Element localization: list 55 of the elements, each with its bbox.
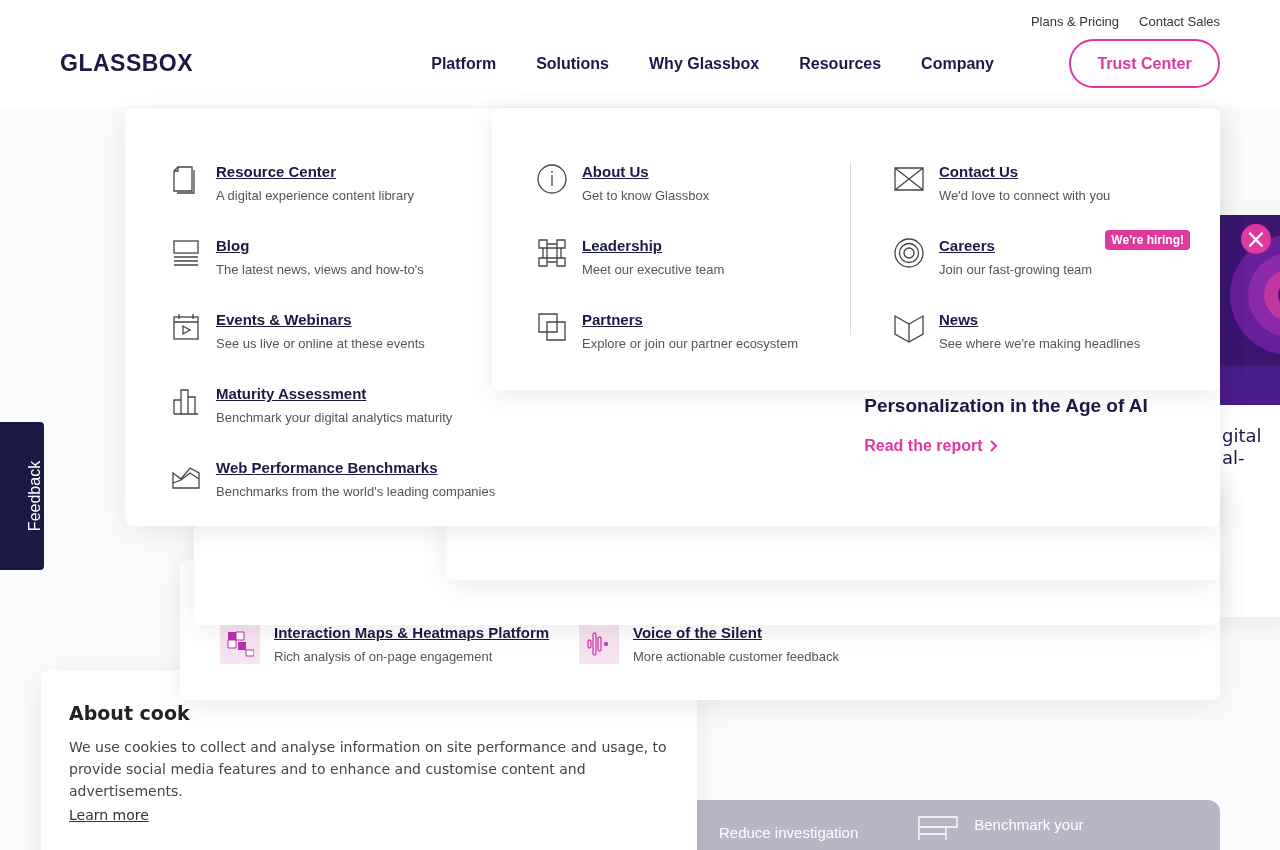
feedback-tab[interactable]: Feedback xyxy=(0,422,44,570)
hiring-badge: We're hiring! xyxy=(1105,230,1190,250)
nav-item[interactable]: Platform xyxy=(431,54,497,73)
table-icon xyxy=(918,816,959,840)
menu-item-description: See where we're making headlines xyxy=(939,336,1141,351)
nav-item[interactable]: Company xyxy=(921,54,994,73)
menu-item-title[interactable]: Resource Center xyxy=(216,163,414,180)
menu-item-title[interactable]: Maturity Assessment xyxy=(216,385,453,402)
menu-item-title[interactable]: About Us xyxy=(582,163,710,180)
learn-more-link[interactable]: Learn more xyxy=(69,807,149,823)
feature-text: Reduce investigation xyxy=(719,824,859,843)
menu-item-title[interactable]: Web Performance Benchmarks xyxy=(216,459,496,476)
menu-item-description: Join our fast-growing team xyxy=(939,262,1093,277)
menu-item-description: Benchmark your digital analytics maturity xyxy=(216,410,453,425)
logo[interactable]: GLASSBOX xyxy=(60,50,194,77)
target-icon xyxy=(893,237,925,269)
chevron-icon xyxy=(990,440,999,452)
read-report-link[interactable]: Read the report xyxy=(864,437,1148,455)
menu-item-title[interactable]: News xyxy=(939,311,1141,328)
menu-item-description: Rich analysis of on-page engagement xyxy=(274,649,494,664)
featured-title: Personalization in the Age of AI xyxy=(864,395,1148,417)
nav-item[interactable]: Resources xyxy=(799,54,882,73)
article-icon xyxy=(170,237,202,269)
menu-item-description: A digital experience content library xyxy=(216,188,414,203)
cookie-title: About cook xyxy=(69,702,191,724)
menu-item-title[interactable]: Partners xyxy=(582,311,799,328)
nav-item[interactable]: Why Glassbox xyxy=(649,54,760,73)
trust-center-button[interactable]: Trust Center xyxy=(1069,39,1220,88)
menu-item-title[interactable]: Events & Webinars xyxy=(216,311,425,328)
menu-item-description: We'd love to connect with you xyxy=(939,188,1111,203)
menu-item-description: See us live or online at these events xyxy=(216,336,425,351)
menu-item-title[interactable]: Voice of the Silent xyxy=(633,624,839,641)
menu-item-description: Benchmarks from the world's leading companies xyxy=(216,484,496,499)
menu-item-title[interactable]: Careers xyxy=(939,237,1093,254)
menu-item-description: Get to know Glassbox xyxy=(582,188,710,203)
menu-item-description: The latest news, views and how-to's xyxy=(216,262,424,277)
top-link[interactable]: Contact Sales xyxy=(1139,14,1220,29)
feature-text: Benchmark your xyxy=(974,816,1084,835)
info-icon xyxy=(536,163,568,195)
menu-item-title[interactable]: Interaction Maps & Heatmaps Platform xyxy=(274,624,550,641)
banner-text: gital xyxy=(1222,425,1263,447)
menu-item-description: More actionable customer feedback xyxy=(633,649,839,664)
cookie-text: We use cookies to collect and analyse information on site performance and usage, to provide social media features and to enhance and customise content and advertisements. xyxy=(69,738,668,801)
calendar-play-icon xyxy=(170,311,202,343)
menu-item-description: Explore or join our partner ecosystem xyxy=(582,336,799,351)
overlapping-squares-icon xyxy=(536,311,568,343)
grid-icon xyxy=(536,237,568,269)
top-link[interactable]: Plans & Pricing xyxy=(1030,14,1120,29)
banner-text: al- xyxy=(1222,447,1246,469)
nav-item[interactable]: Solutions xyxy=(536,54,609,73)
menu-item-title[interactable]: Contact Us xyxy=(939,163,1111,180)
menu-item-title[interactable]: Blog xyxy=(216,237,424,254)
menu-item-title[interactable]: Leadership xyxy=(582,237,725,254)
sound-wave-icon xyxy=(579,624,619,664)
menu-item-description: Meet our executive team xyxy=(582,262,725,277)
